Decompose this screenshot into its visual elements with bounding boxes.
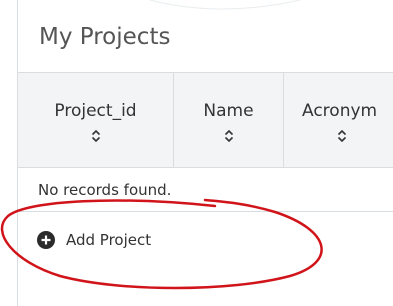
projects-panel: My Projects Project_id Name Acronym No r…: [17, 0, 393, 306]
column-label: Project_id: [54, 101, 137, 121]
column-label: Name: [203, 101, 254, 121]
sort-icon[interactable]: [224, 129, 234, 143]
column-header-acronym[interactable]: Acronym: [284, 73, 393, 167]
table-header: Project_id Name Acronym: [18, 73, 393, 168]
page-title: My Projects: [39, 24, 171, 50]
column-header-project-id[interactable]: Project_id: [18, 73, 174, 167]
add-project-button[interactable]: Add Project: [36, 228, 151, 252]
empty-table-row: No records found.: [18, 168, 393, 212]
plus-circle-icon: [37, 231, 55, 249]
sort-icon[interactable]: [91, 129, 101, 143]
empty-message: No records found.: [38, 181, 172, 199]
add-project-label: Add Project: [66, 231, 152, 249]
column-header-name[interactable]: Name: [174, 73, 284, 167]
sort-icon[interactable]: [337, 129, 347, 143]
column-label: Acronym: [302, 101, 378, 121]
